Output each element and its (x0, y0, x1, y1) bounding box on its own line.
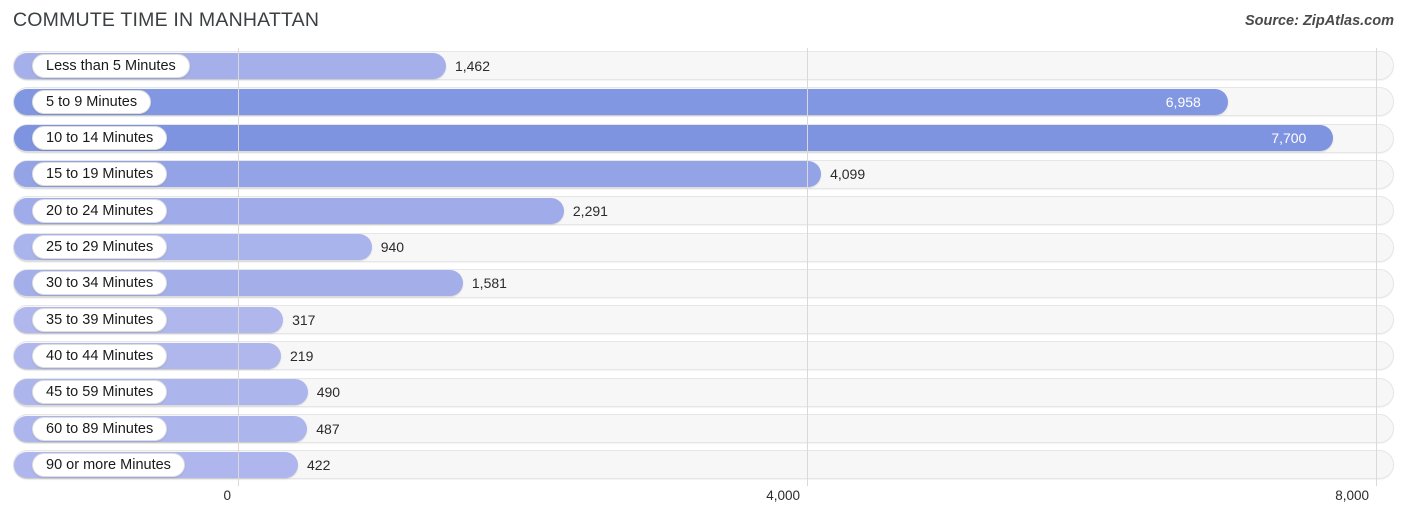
x-axis-tick-label: 4,000 (766, 488, 800, 503)
bar-category-label: 45 to 59 Minutes (32, 380, 168, 405)
bar-category-label: 15 to 19 Minutes (32, 162, 168, 187)
bar-value-label: 4,099 (830, 166, 866, 183)
bar-category-label: 5 to 9 Minutes (32, 89, 152, 114)
bar[interactable] (14, 88, 1228, 115)
bar-row[interactable]: 60 to 89 Minutes 487 (13, 414, 1394, 443)
bar-category-label: 30 to 34 Minutes (32, 271, 168, 296)
bar-row[interactable]: 25 to 29 Minutes 940 (13, 232, 1394, 262)
bar-category-label: 90 or more Minutes (32, 452, 185, 477)
bar-value-label: 487 (316, 420, 340, 437)
bar-value-label: 940 (380, 239, 405, 255)
bar-value-label: 1,581 (471, 275, 507, 292)
bar-value-label: 219 (290, 347, 314, 364)
bar-category-label: 10 to 14 Minutes (32, 126, 168, 151)
bar-category-label: 60 to 89 Minutes (32, 416, 168, 441)
source-attribution: Source: ZipAtlas.com (1244, 13, 1394, 29)
bar-value-label: 1,462 (454, 57, 491, 74)
bar-row[interactable]: 10 to 14 Minutes 7,700 (13, 123, 1394, 153)
bar-row[interactable]: 40 to 44 Minutes 219 (13, 341, 1394, 371)
bar-row[interactable]: 90 or more Minutes 422 (13, 450, 1394, 480)
bar-row[interactable]: 35 to 39 Minutes 317 (13, 305, 1394, 335)
bar-value-label: 490 (316, 384, 341, 401)
bar-value-label: 317 (292, 311, 316, 328)
bar-category-label: 25 to 29 Minutes (32, 235, 168, 259)
bar-value-label: 6,958 (1165, 93, 1201, 110)
x-axis: 0 4,000 8,000 (0, 486, 1406, 522)
bar-value-label: 2,291 (572, 202, 608, 219)
bar-value-label: 7,700 (1271, 130, 1307, 147)
bar-row[interactable]: 5 to 9 Minutes 6,958 (13, 87, 1394, 117)
bar-row[interactable]: 45 to 59 Minutes 490 (13, 377, 1394, 407)
x-axis-tick-label: 0 (223, 488, 231, 503)
bar[interactable] (14, 125, 1334, 152)
bar-row[interactable]: 15 to 19 Minutes 4,099 (13, 159, 1394, 189)
bar-row[interactable]: Less than 5 Minutes 1,462 (13, 51, 1394, 80)
bar-row[interactable]: 30 to 34 Minutes 1,581 (13, 268, 1394, 298)
bar-category-label: 20 to 24 Minutes (32, 198, 168, 223)
bar-row[interactable]: 20 to 24 Minutes 2,291 (13, 196, 1394, 226)
bar-value-label: 422 (307, 456, 331, 473)
bar-category-label: 35 to 39 Minutes (32, 307, 168, 332)
bar-category-label: Less than 5 Minutes (32, 53, 190, 78)
bar-category-label: 40 to 44 Minutes (32, 343, 168, 368)
plot-area: Less than 5 Minutes 1,462 5 to 9 Minutes 6,… (0, 48, 1406, 486)
page-title: COMMUTE TIME IN MANHATTAN (13, 9, 320, 31)
x-axis-tick-label: 8,000 (1335, 488, 1369, 503)
commute-time-bar-chart: COMMUTE TIME IN MANHATTAN Source: ZipAtl… (0, 0, 1406, 522)
